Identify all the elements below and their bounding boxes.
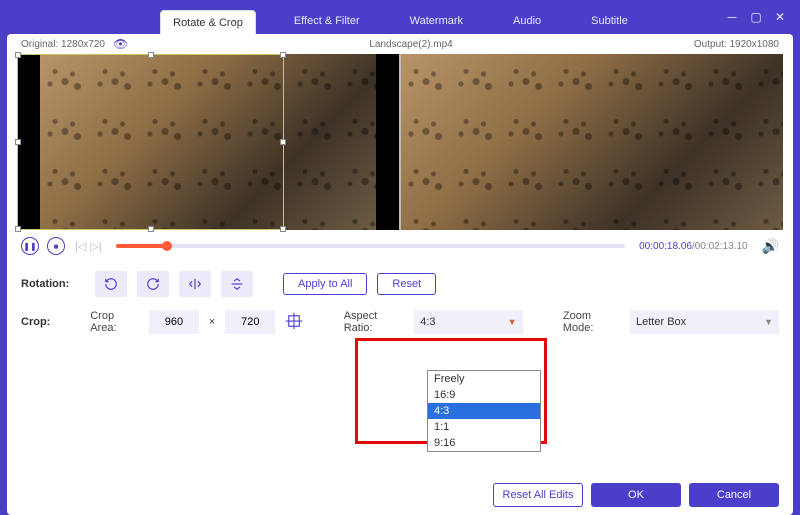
rotate-right-button[interactable] [137,271,169,297]
ok-button[interactable]: OK [591,483,681,507]
aspect-ratio-label: Aspect Ratio: [344,310,405,334]
close-button[interactable]: ✕ [773,10,787,24]
aspect-option-9-16[interactable]: 9:16 [428,435,540,451]
times-symbol: × [209,316,215,328]
aspect-option-4-3[interactable]: 4:3 [428,403,540,419]
filename-label: Landscape(2).mp4 [128,39,694,50]
preview-output [401,54,783,230]
zoom-mode-label: Zoom Mode: [563,310,620,334]
crop-area-label: Crop Area: [90,310,139,334]
volume-icon[interactable]: 🔊 [762,238,779,255]
aspect-option-1-1[interactable]: 1:1 [428,419,540,435]
time-display: 00:00:18.06/00:02:13.10 [639,241,747,252]
original-label: Original: 1280x720 [21,39,105,50]
crop-width-input[interactable] [149,310,199,334]
crop-height-input[interactable] [225,310,275,334]
rotation-label: Rotation: [21,278,85,290]
flip-vertical-button[interactable] [221,271,253,297]
stop-button[interactable]: ■ [47,237,65,255]
rotate-left-button[interactable] [95,271,127,297]
tab-effect-filter[interactable]: Effect & Filter [282,9,372,34]
cancel-button[interactable]: Cancel [689,483,779,507]
eye-icon[interactable]: 👁 [113,37,128,51]
maximize-button[interactable]: ▢ [749,10,763,24]
tab-subtitle[interactable]: Subtitle [579,9,640,34]
next-frame-button[interactable]: ▷| [90,240,101,253]
output-label: Output: 1920x1080 [694,39,779,50]
aspect-option-freely[interactable]: Freely [428,371,540,387]
flip-horizontal-button[interactable] [179,271,211,297]
reset-button[interactable]: Reset [377,273,436,295]
preview-area [17,54,783,230]
seek-slider[interactable] [116,244,625,248]
aspect-ratio-dropdown[interactable]: Freely 16:9 4:3 1:1 9:16 [427,370,541,452]
prev-frame-button[interactable]: |◁ [75,240,86,253]
minimize-button[interactable]: ─ [725,10,739,24]
crop-selection[interactable] [17,54,284,230]
preview-original[interactable] [17,54,399,230]
pause-button[interactable]: ❚❚ [21,237,39,255]
tab-rotate-crop[interactable]: Rotate & Crop [160,10,256,35]
apply-to-all-button[interactable]: Apply to All [283,273,367,295]
center-crop-icon[interactable] [285,312,303,333]
crop-label: Crop: [21,316,80,328]
aspect-option-16-9[interactable]: 16:9 [428,387,540,403]
tab-bar: Rotate & Crop Effect & Filter Watermark … [7,9,793,34]
aspect-ratio-select[interactable]: 4:3▼ [414,310,522,334]
zoom-mode-select[interactable]: Letter Box▼ [630,310,779,334]
tab-audio[interactable]: Audio [501,9,553,34]
reset-all-edits-button[interactable]: Reset All Edits [493,483,583,507]
tab-watermark[interactable]: Watermark [398,9,475,34]
